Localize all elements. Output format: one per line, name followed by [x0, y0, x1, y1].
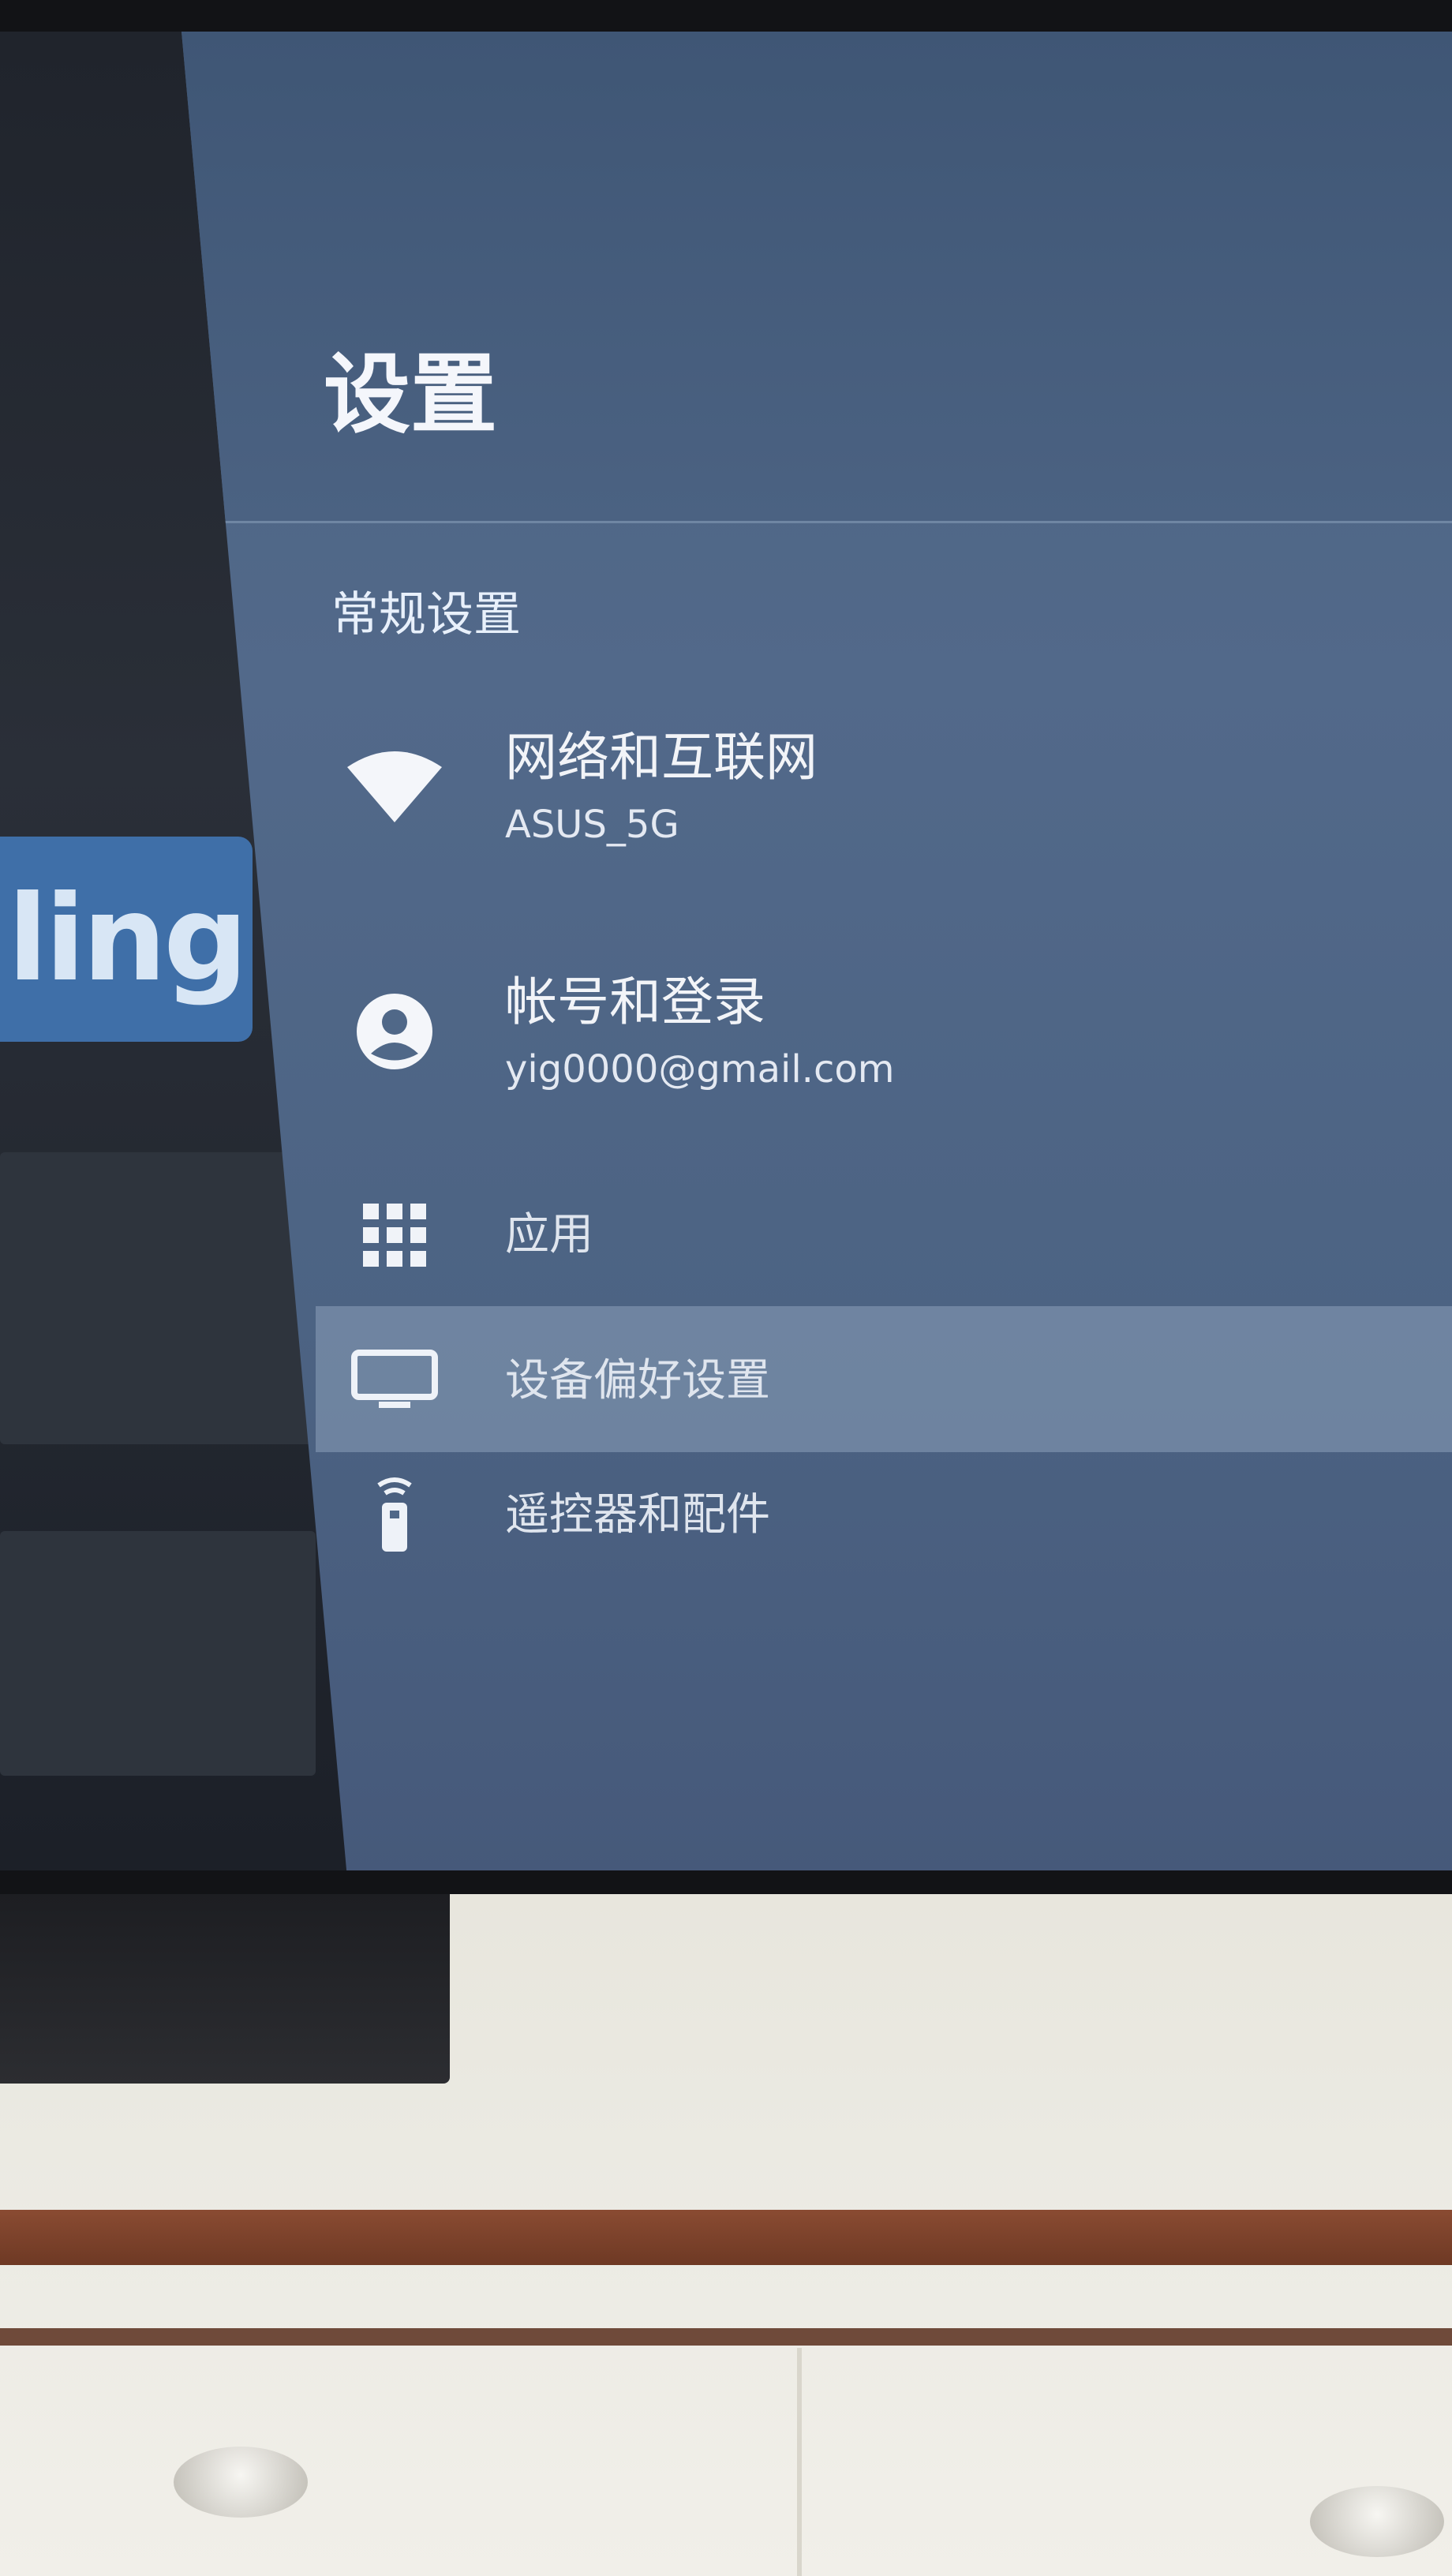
settings-item-label: 设备偏好设置: [505, 1355, 770, 1407]
background-thumbnail: [0, 1531, 316, 1776]
settings-panel: 设置 常规设置 网络和互联网 ASUS_5G 帐号和登录 yig0000@gma…: [182, 32, 1452, 1870]
page-title: 设置: [324, 344, 497, 445]
background-app-logo-text: ling: [7, 871, 249, 1008]
cabinet-trim: [0, 2210, 1452, 2265]
drawer-knob: [174, 2447, 308, 2518]
settings-item-label: 遥控器和配件: [505, 1489, 770, 1541]
apps-grid-icon: [331, 1180, 458, 1290]
settings-item-label: 帐号和登录: [505, 972, 765, 1032]
account-circle-icon: [331, 976, 458, 1087]
drawer-knob: [1310, 2486, 1444, 2557]
tv-bezel: ling 设置 常规设置 网络和互联网 ASUS_5G 帐号和登录 yig000…: [0, 0, 1452, 1894]
tv-stand: [0, 1894, 450, 2084]
tv-icon: [331, 1326, 458, 1436]
cabinet-trim-lower: [0, 2328, 1452, 2346]
settings-item-label: 网络和互联网: [505, 727, 818, 788]
background-app-logo: ling: [0, 837, 253, 1042]
settings-item-subtitle: yig0000@gmail.com: [505, 1047, 895, 1092]
wifi-icon: [331, 732, 458, 842]
remote-icon: [331, 1460, 458, 1571]
settings-item-network[interactable]: 网络和互联网 ASUS_5G: [331, 726, 1452, 847]
tv-screen: ling 设置 常规设置 网络和互联网 ASUS_5G 帐号和登录 yig000…: [0, 32, 1452, 1870]
background-thumbnail: [0, 1152, 316, 1444]
settings-item-accounts[interactable]: 帐号和登录 yig0000@gmail.com: [331, 971, 1452, 1091]
settings-item-label: 应用: [505, 1209, 593, 1261]
settings-item-subtitle: ASUS_5G: [505, 803, 679, 848]
settings-item-remote-accessories[interactable]: 遥控器和配件: [331, 1460, 1452, 1571]
settings-header: 设置: [182, 32, 1452, 523]
settings-item-device-preferences[interactable]: 设备偏好设置: [331, 1326, 1452, 1436]
section-heading-general: 常规设置: [331, 587, 521, 642]
settings-item-apps[interactable]: 应用: [331, 1180, 1452, 1290]
drawer-divider: [797, 2348, 802, 2576]
